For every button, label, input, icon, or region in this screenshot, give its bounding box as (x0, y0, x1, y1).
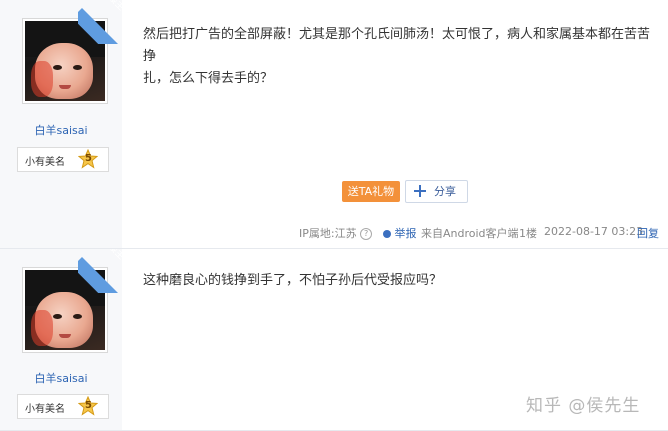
report-link[interactable]: 举报 (383, 225, 417, 241)
watermark: 知乎 @侯先生 (526, 396, 641, 416)
level-number: 5 (85, 400, 92, 411)
level-number: 5 (85, 153, 92, 164)
author-username[interactable]: 白羊saisai (0, 370, 122, 386)
share-label: 分享 (434, 185, 456, 198)
user-level-badge[interactable]: 小有美名 5 (17, 394, 109, 419)
send-gift-button[interactable]: 送TA礼物 (342, 181, 400, 202)
post-content: 然后把打广告的全部屏蔽！尤其是那个孔氏间肺汤！太可恨了，病人和家属基本都在苦苦挣… (143, 24, 658, 90)
op-badge-label: 楼主 (106, 249, 122, 262)
post-content-line: 这种磨良心的钱挣到手了，不怕子孙后代受报应吗？ (143, 273, 443, 288)
source-text: 来自Android客户端 (421, 227, 519, 240)
op-badge: 楼主 (78, 249, 122, 293)
post-content: 这种磨良心的钱挣到手了，不怕子孙后代受报应吗？ (143, 270, 658, 292)
user-level-badge[interactable]: 小有美名 5 (17, 147, 109, 172)
op-badge: 楼主 (78, 0, 122, 44)
level-name: 小有美名 (25, 157, 65, 168)
share-button[interactable]: 分享 (405, 180, 468, 203)
reply-link[interactable]: 回复 (637, 225, 659, 241)
share-plus-icon (414, 185, 426, 197)
ip-location: IP属地:江苏 (299, 227, 357, 240)
post-content-line: 扎，怎么下得去手的？ (143, 71, 274, 86)
question-icon[interactable]: ? (360, 228, 373, 240)
floor-number: 1楼 (519, 227, 537, 240)
post-content-line: 然后把打广告的全部屏蔽！尤其是那个孔氏间肺汤！太可恨了，病人和家属基本都在苦苦挣 (143, 27, 651, 64)
author-username[interactable]: 白羊saisai (0, 122, 122, 138)
report-label: 举报 (394, 227, 417, 240)
op-badge-label: 楼主 (106, 0, 122, 13)
level-name: 小有美名 (25, 404, 65, 415)
client-source[interactable]: 来自Android客户端 (421, 225, 519, 241)
post-floor-1: 白羊saisai 小有美名 5 楼主 然后把打广告的全部屏蔽！尤其是那个孔氏间肺… (0, 0, 668, 249)
report-icon (383, 230, 391, 238)
post-timestamp: 2022-08-17 03:23 (544, 225, 644, 238)
post-meta: IP属地:江苏 ? (299, 225, 373, 241)
